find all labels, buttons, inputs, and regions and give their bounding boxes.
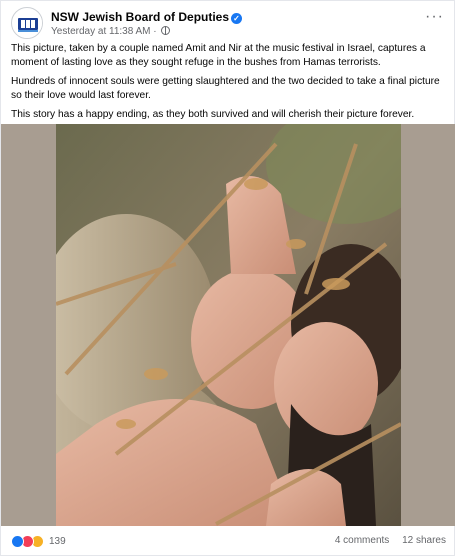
facebook-post: NSW Jewish Board of Deputies ✓ Yesterday … bbox=[0, 0, 455, 556]
engagement-counts: 4 comments 12 shares bbox=[325, 535, 446, 546]
reactions-summary[interactable]: 139 bbox=[11, 534, 66, 548]
verified-badge-icon: ✓ bbox=[231, 13, 243, 24]
post-meta: Yesterday at 11:38 AM · bbox=[51, 26, 171, 37]
page-name[interactable]: NSW Jewish Board of Deputies ✓ bbox=[51, 10, 243, 24]
caption-paragraph: Hundreds of innocent souls were getting … bbox=[11, 76, 440, 101]
post-header: NSW Jewish Board of Deputies ✓ Yesterday … bbox=[11, 7, 446, 41]
post-photo[interactable] bbox=[56, 124, 401, 526]
meta-separator: · bbox=[153, 26, 157, 37]
reaction-count[interactable]: 139 bbox=[49, 536, 66, 547]
globe-icon bbox=[161, 26, 171, 35]
page-name-text[interactable]: NSW Jewish Board of Deputies bbox=[51, 10, 229, 24]
post-caption: This picture, taken by a couple named Am… bbox=[11, 42, 447, 128]
post-timestamp[interactable]: Yesterday at 11:38 AM bbox=[51, 26, 151, 37]
caption-paragraph: This story has a happy ending, as they b… bbox=[11, 109, 415, 120]
comments-count[interactable]: 4 comments bbox=[335, 535, 389, 546]
like-icon bbox=[11, 534, 24, 548]
post-photo-frame[interactable] bbox=[1, 124, 455, 526]
shares-count[interactable]: 12 shares bbox=[402, 535, 446, 546]
page-avatar[interactable] bbox=[11, 7, 43, 39]
post-footer: 139 4 comments 12 shares bbox=[11, 532, 446, 550]
caption-paragraph: This picture, taken by a couple named Am… bbox=[11, 43, 426, 68]
couple-photo-image bbox=[56, 124, 401, 526]
more-options-icon[interactable]: ··· bbox=[425, 9, 444, 25]
board-logo-icon bbox=[13, 9, 42, 38]
